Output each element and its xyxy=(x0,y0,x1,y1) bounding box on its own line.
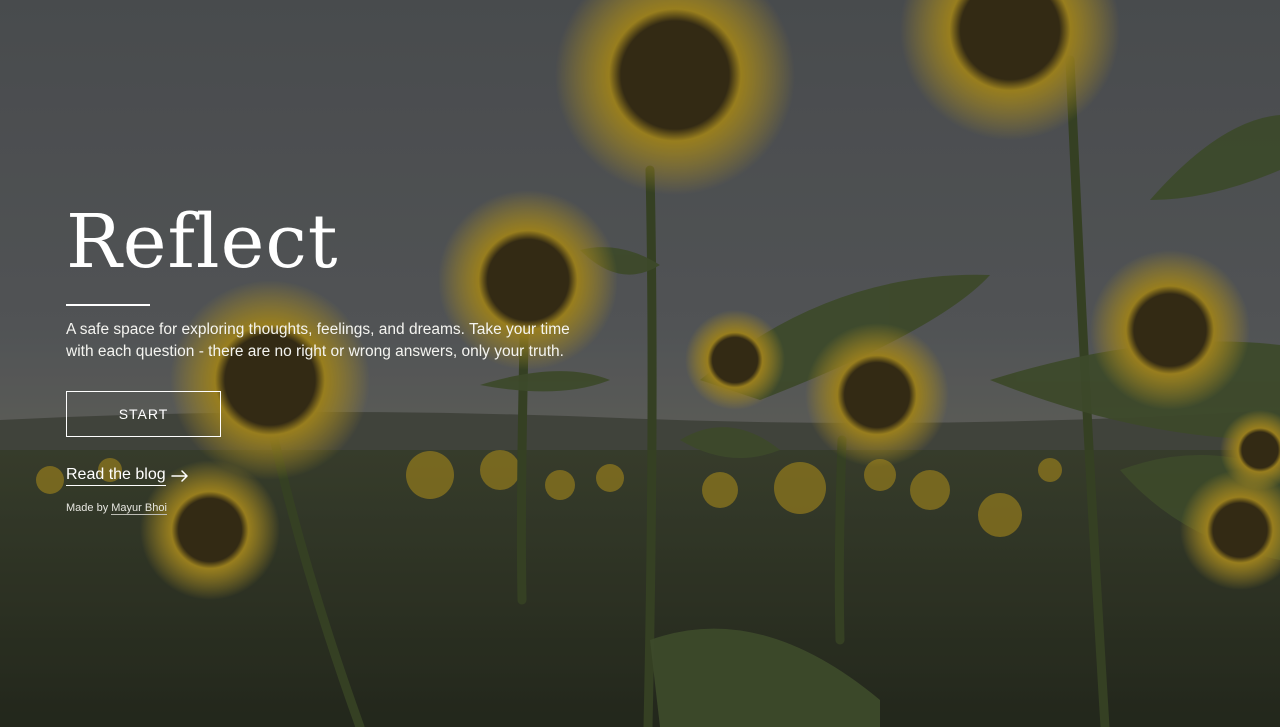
hero-panel: Reflect A safe space for exploring thoug… xyxy=(66,199,606,515)
arrow-right-icon xyxy=(170,470,188,482)
page-title: Reflect xyxy=(66,199,339,285)
credit-prefix: Made by xyxy=(66,502,112,514)
read-blog-link[interactable]: Read the blog xyxy=(66,466,189,486)
start-button[interactable]: START xyxy=(66,391,221,437)
title-divider xyxy=(66,304,150,306)
tagline: A safe space for exploring thoughts, fee… xyxy=(66,321,570,360)
landing-page: Reflect A safe space for exploring thoug… xyxy=(0,0,1280,727)
credit-line: Made by Mayur Bhoi xyxy=(66,502,606,515)
start-button-label: START xyxy=(118,406,169,422)
author-link[interactable]: Mayur Bhoi xyxy=(111,502,167,515)
read-blog-label: Read the blog xyxy=(66,466,166,486)
